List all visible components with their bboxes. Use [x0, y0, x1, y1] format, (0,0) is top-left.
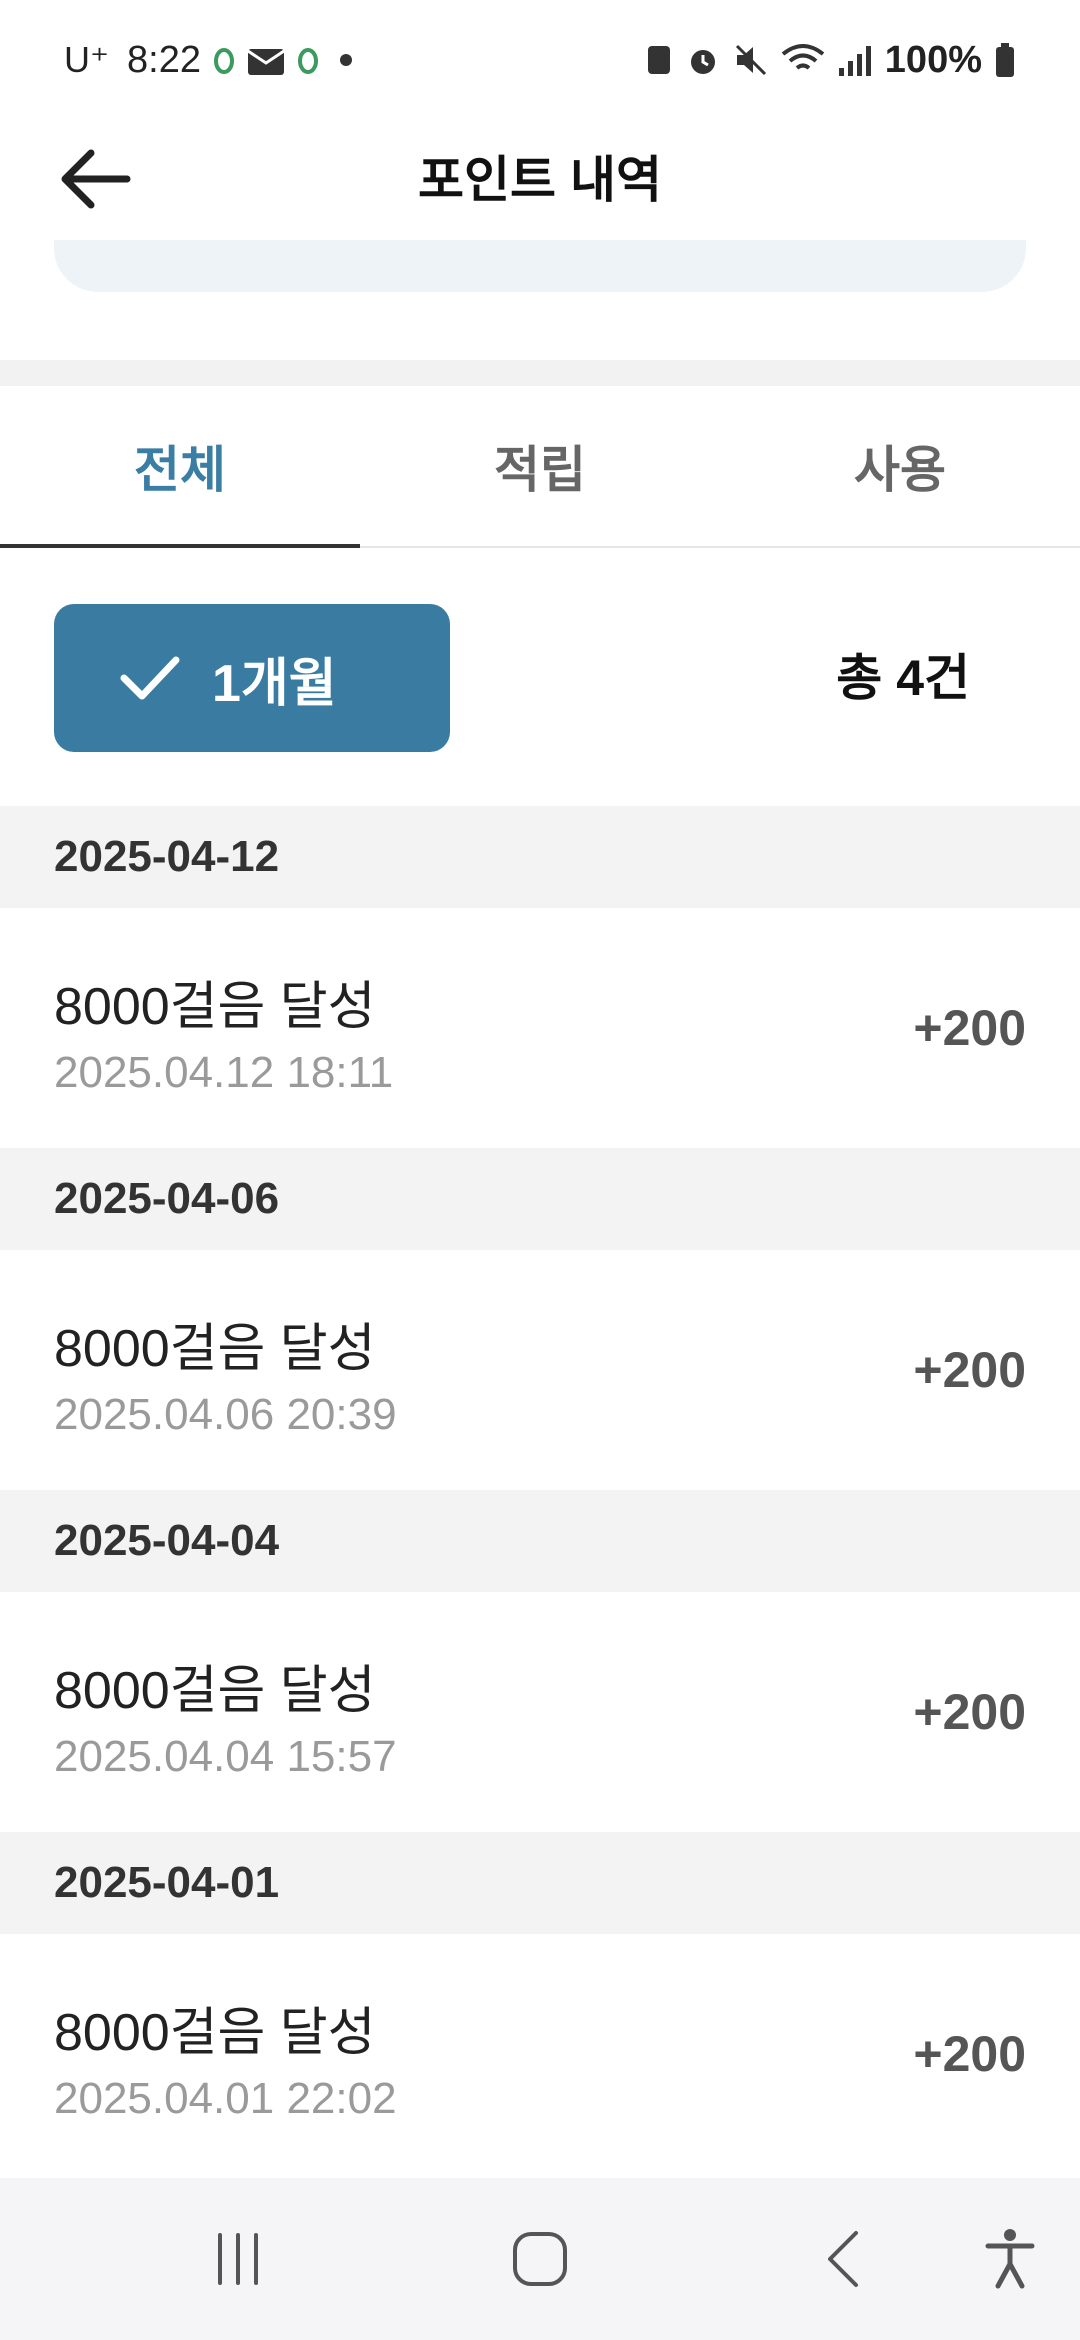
- more-notifications-dot-icon: [331, 45, 361, 75]
- item-title: 8000걸음 달성: [54, 2004, 376, 2062]
- date-group-header: 2025-04-06: [0, 1148, 1080, 1250]
- alarm-icon: [685, 42, 721, 78]
- item-datetime: 2025.04.04 15:57: [54, 1732, 397, 1781]
- status-left: U⁺ 8:22: [64, 39, 361, 82]
- status-bar: U⁺ 8:22 100%: [0, 0, 1080, 120]
- filter-row: 1개월 총 4건: [0, 548, 1080, 806]
- tab-all[interactable]: 전체: [0, 386, 360, 548]
- history-item[interactable]: 8000걸음 달성 2025.04.06 20:39 +200: [0, 1250, 1080, 1490]
- item-datetime: 2025.04.12 18:11: [54, 1048, 394, 1097]
- back-icon: [828, 2231, 858, 2287]
- battery-icon: [994, 42, 1016, 78]
- signal-icon: [837, 42, 873, 78]
- wifi-icon: [781, 42, 825, 78]
- history-item[interactable]: 8000걸음 달성 2025.04.04 15:57 +200: [0, 1592, 1080, 1832]
- item-points: +200: [913, 1342, 1026, 1398]
- item-points: +200: [913, 1684, 1026, 1740]
- page-title: 포인트 내역: [418, 152, 662, 208]
- mail-icon: [247, 43, 285, 77]
- total-count: 총 4건: [836, 650, 970, 706]
- vpn-icon: [645, 42, 673, 78]
- point-history-list: 2025-04-12 8000걸음 달성 2025.04.12 18:11 +2…: [0, 806, 1080, 2174]
- item-title: 8000걸음 달성: [54, 978, 376, 1036]
- notification-app-icon: [297, 45, 319, 75]
- date-group-header: 2025-04-04: [0, 1490, 1080, 1592]
- check-icon: [118, 652, 182, 704]
- home-button[interactable]: [480, 2178, 600, 2340]
- battery-percent: 100%: [884, 38, 982, 81]
- recents-icon: [218, 2233, 258, 2285]
- tab-earned[interactable]: 적립: [360, 386, 720, 546]
- period-filter-label: 1개월: [212, 654, 337, 713]
- app-header: 포인트 내역: [0, 120, 1080, 240]
- item-datetime: 2025.04.06 20:39: [54, 1390, 397, 1439]
- filter-tabs: 전체 적립 사용: [0, 386, 1080, 548]
- accessibility-icon: [985, 2229, 1035, 2289]
- nav-back-button[interactable]: [782, 2178, 902, 2340]
- item-title: 8000걸음 달성: [54, 1320, 376, 1378]
- item-points: +200: [913, 2026, 1026, 2082]
- home-icon: [513, 2232, 567, 2286]
- history-item[interactable]: 8000걸음 달성 2025.04.12 18:11 +200: [0, 908, 1080, 1148]
- notification-app-icon: [213, 45, 235, 75]
- system-nav-bar: [0, 2178, 1080, 2340]
- recents-button[interactable]: [178, 2178, 298, 2340]
- date-group-header: 2025-04-12: [0, 806, 1080, 908]
- date-group-header: 2025-04-01: [0, 1832, 1080, 1934]
- status-right: 100%: [645, 39, 1016, 82]
- item-title: 8000걸음 달성: [54, 1662, 376, 1720]
- mute-icon: [733, 42, 769, 78]
- history-item[interactable]: 8000걸음 달성 2025.04.01 22:02 +200: [0, 1934, 1080, 2174]
- carrier-label: U⁺: [64, 39, 109, 80]
- item-points: +200: [913, 1000, 1026, 1056]
- item-datetime: 2025.04.01 22:02: [54, 2074, 397, 2123]
- points-summary-card: [54, 240, 1026, 292]
- accessibility-button[interactable]: [950, 2178, 1070, 2340]
- section-divider: [0, 360, 1080, 386]
- tab-used[interactable]: 사용: [720, 386, 1080, 546]
- period-filter-button[interactable]: 1개월: [54, 604, 450, 752]
- status-time: 8:22: [127, 38, 201, 81]
